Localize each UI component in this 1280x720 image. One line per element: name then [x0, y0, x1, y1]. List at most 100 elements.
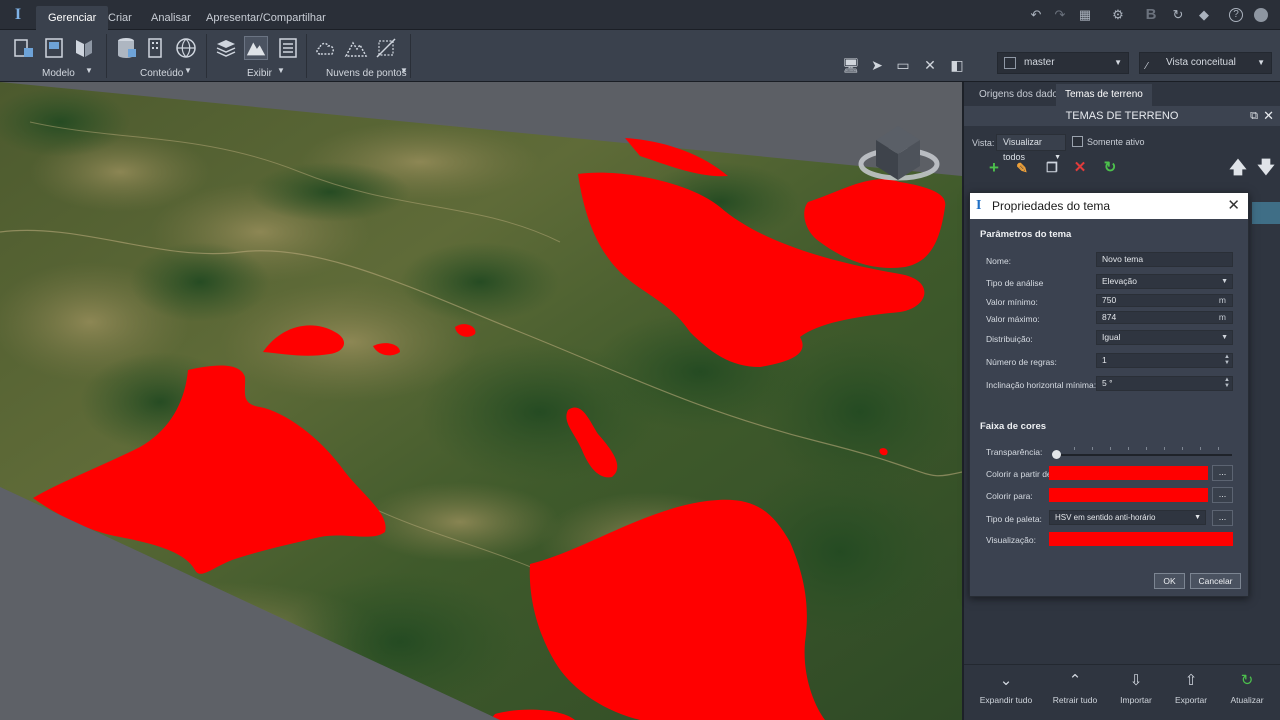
edit-icon[interactable]: ✎ — [1012, 158, 1032, 178]
point-slice-icon[interactable] — [374, 36, 398, 60]
terrain-render[interactable] — [0, 82, 962, 720]
tipo-paleta-select[interactable]: HSV em sentido anti-horário ▼ — [1049, 510, 1206, 525]
undo-icon[interactable]: ↶ — [1028, 7, 1044, 23]
arrow-up-icon[interactable]: 🡅 — [1228, 158, 1248, 178]
ribbon-label-nuvens[interactable]: Nuvens de pontos — [326, 68, 407, 79]
valor-maximo-field[interactable]: 874 m — [1096, 311, 1233, 324]
view-style-icon: ⁄ — [1146, 61, 1148, 72]
ok-button[interactable]: OK — [1154, 573, 1185, 589]
layers-icon[interactable] — [214, 36, 238, 60]
chevron-down-icon[interactable]: ▼ — [277, 66, 285, 75]
dialog-title-bar[interactable]: I Propriedades do tema ✕ — [970, 193, 1248, 219]
point-terrain-icon[interactable] — [344, 36, 368, 60]
copy-icon[interactable]: ❐ — [1042, 158, 1062, 178]
bim-icon[interactable]: B — [1143, 7, 1159, 23]
expandir-tudo-label: Expandir tudo — [979, 695, 1033, 705]
valor-maximo-label: Valor máximo: — [986, 314, 1040, 324]
exportar-button[interactable]: ⇧ Exportar — [1163, 671, 1219, 705]
tab-criar[interactable]: Criar — [96, 6, 144, 30]
retrair-tudo-button[interactable]: ⌃ Retrair tudo — [1047, 671, 1103, 705]
distribuicao-select[interactable]: Igual ▼ — [1096, 330, 1233, 345]
valor-minimo-value: 750 — [1102, 295, 1117, 305]
terrain-icon[interactable] — [244, 36, 268, 60]
stepper-arrows-icon[interactable]: ▲ ▼ — [1224, 354, 1230, 366]
retrair-tudo-label: Retrair tudo — [1052, 695, 1098, 705]
sync-icon[interactable]: ↻ — [1170, 7, 1186, 23]
stepper-arrows-icon[interactable]: ▲ ▼ — [1224, 377, 1230, 389]
3d-viewport[interactable] — [0, 82, 962, 720]
grid-icon[interactable]: ▦ — [1077, 7, 1093, 23]
help-icon[interactable]: ? — [1229, 8, 1243, 22]
atualizar-label: Atualizar — [1230, 695, 1264, 705]
list-icon[interactable] — [276, 36, 300, 60]
colorir-de-swatch[interactable] — [1049, 466, 1208, 480]
redo-icon[interactable]: ↷ — [1052, 7, 1068, 23]
numero-regras-stepper[interactable]: 1 ▲ ▼ — [1096, 353, 1233, 368]
close-icon[interactable]: ✕ — [1227, 193, 1240, 219]
globe-icon[interactable] — [174, 36, 198, 60]
branch-select[interactable]: master ▼ — [997, 52, 1129, 74]
chevron-down-icon[interactable]: ▼ — [184, 66, 192, 75]
importar-button[interactable]: ⇩ Importar — [1108, 671, 1164, 705]
transparencia-slider-knob[interactable] — [1052, 450, 1061, 459]
expandir-tudo-button[interactable]: ⌄ Expandir tudo — [978, 671, 1034, 705]
avatar[interactable] — [1254, 8, 1268, 22]
atualizar-button[interactable]: ↻ Atualizar — [1219, 671, 1275, 705]
importar-label: Importar — [1120, 695, 1152, 705]
inclinacao-stepper[interactable]: 5 ° ▲ ▼ — [1096, 376, 1233, 391]
distribuicao-label: Distribuição: — [986, 334, 1033, 344]
cancel-button[interactable]: Cancelar — [1190, 573, 1241, 589]
app-logo-icon[interactable]: I — [10, 6, 26, 24]
exportar-label: Exportar — [1174, 695, 1208, 705]
gear-icon[interactable]: ⚙ — [1110, 7, 1126, 23]
arrow-down-icon[interactable]: 🡇 — [1256, 158, 1276, 178]
colorir-de-label: Colorir a partir de: — [986, 469, 1055, 479]
ribbon-label-exibir[interactable]: Exibir — [247, 68, 272, 79]
divider — [106, 34, 107, 78]
chevron-down-icon: ▼ — [1114, 58, 1122, 67]
refresh-icon[interactable]: ↻ — [1100, 158, 1120, 178]
close-icon[interactable]: ✕ — [1263, 106, 1274, 126]
ribbon-label-modelo[interactable]: Modelo — [42, 68, 75, 79]
tipo-paleta-label: Tipo de paleta: — [986, 514, 1042, 524]
divider — [306, 34, 307, 78]
colorir-para-picker-button[interactable]: ... — [1212, 487, 1233, 503]
cube-icon[interactable]: ◆ — [1196, 7, 1212, 23]
chevron-down-icon[interactable]: ▼ — [85, 66, 93, 75]
slider-tick — [1146, 447, 1147, 450]
split-view-icon[interactable]: ◧ — [948, 56, 966, 74]
add-icon[interactable]: + — [984, 158, 1004, 178]
database-icon[interactable] — [114, 36, 138, 60]
slider-tick — [1200, 447, 1201, 450]
screen-icon[interactable]: 🖥 — [842, 56, 860, 74]
tipo-analise-select[interactable]: Elevação ▼ — [1096, 274, 1233, 289]
unit-label: m — [1218, 295, 1226, 305]
section-parametros: Parâmetros do tema — [980, 229, 1072, 240]
tab-temas-de-terreno[interactable]: Temas de terreno — [1056, 84, 1152, 106]
vista-select[interactable]: Visualizar todos ▼ — [996, 134, 1066, 162]
transform-icon[interactable]: ✕ — [921, 56, 939, 74]
restore-icon[interactable]: ⧉ — [1250, 106, 1258, 126]
tab-apresentar-compartilhar[interactable]: Apresentar/Compartilhar — [194, 6, 338, 30]
model-panel-icon[interactable] — [42, 36, 66, 60]
somente-ativo-checkbox[interactable] — [1072, 136, 1083, 147]
measure-icon[interactable]: ▭ — [894, 56, 912, 74]
colorir-para-swatch[interactable] — [1049, 488, 1208, 502]
view-select[interactable]: ⁄ Vista conceitual ▼ — [1139, 52, 1272, 74]
expand-all-icon: ⌄ — [999, 672, 1013, 689]
chevron-down-icon[interactable]: ▼ — [400, 66, 408, 75]
ribbon-label-conteudo[interactable]: Conteúdo — [140, 68, 183, 79]
nome-field[interactable]: Novo tema — [1096, 252, 1233, 267]
valor-minimo-field[interactable]: 750 m — [1096, 294, 1233, 307]
transparencia-slider[interactable] — [1056, 454, 1232, 456]
export-icon: ⇧ — [1184, 672, 1198, 689]
building-icon[interactable] — [143, 36, 167, 60]
pointer-icon[interactable]: ➤ — [868, 56, 886, 74]
delete-icon[interactable]: ✕ — [1070, 158, 1090, 178]
dialog-title: Propriedades do tema — [992, 199, 1111, 213]
tipo-paleta-button[interactable]: ... — [1212, 510, 1233, 526]
colorir-de-picker-button[interactable]: ... — [1212, 465, 1233, 481]
model-list-icon[interactable] — [12, 36, 36, 60]
model-book-icon[interactable] — [72, 36, 96, 60]
cloud-icon[interactable] — [314, 36, 338, 60]
